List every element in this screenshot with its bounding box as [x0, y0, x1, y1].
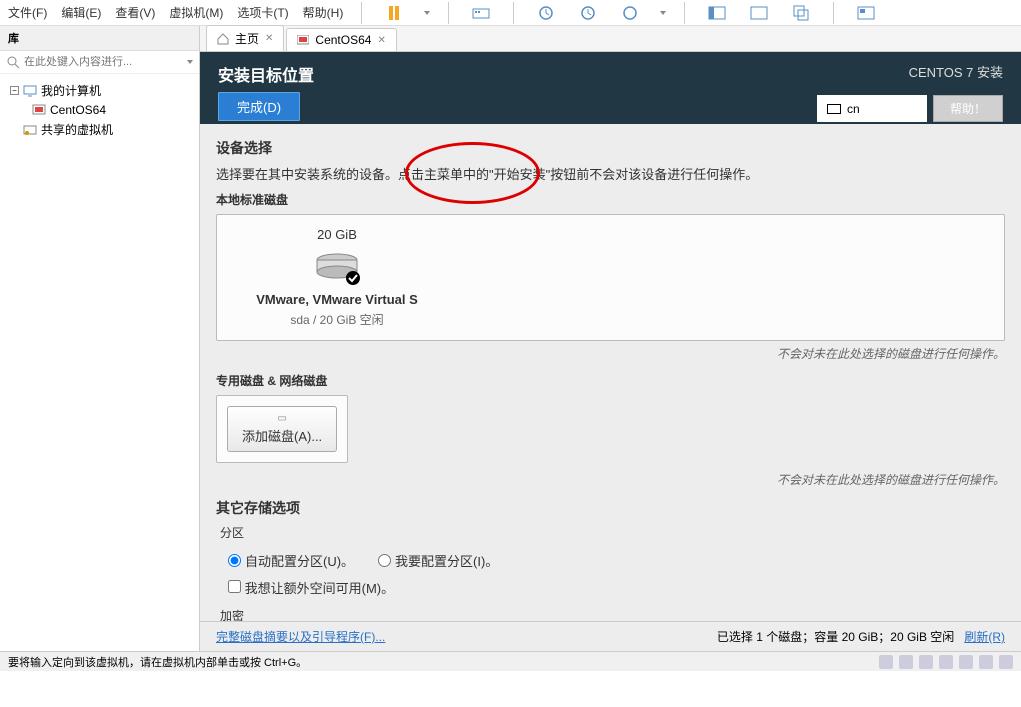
- menu-edit[interactable]: 编辑(E): [61, 4, 101, 21]
- divider: [513, 2, 514, 24]
- os-title: CENTOS 7 安装: [817, 62, 1003, 81]
- shared-icon: [23, 124, 37, 136]
- disk-note: 不会对未在此处选择的磁盘进行任何操作。: [216, 345, 1005, 362]
- installer-footer: 完整磁盘摘要以及引导程序(F)... 已选择 1 个磁盘；容量 20 GiB；2…: [200, 621, 1021, 651]
- tab-bar: 主页 ✕ CentOS64 ✕: [200, 26, 1021, 52]
- lang-label: cn: [847, 102, 860, 116]
- search-icon: [6, 55, 20, 69]
- disk-item[interactable]: 20 GiB VMware, VMware Virtual S sda / 20…: [237, 227, 437, 328]
- divider: [361, 2, 362, 24]
- tab-home[interactable]: 主页 ✕: [206, 25, 284, 51]
- unity-button[interactable]: [787, 0, 815, 27]
- snapshot-button[interactable]: [532, 0, 560, 27]
- local-disks-label: 本地标准磁盘: [216, 191, 1005, 208]
- menu-file[interactable]: 文件(F): [8, 4, 47, 21]
- tree-label: CentOS64: [50, 103, 106, 117]
- add-disk-label: 添加磁盘(A)...: [242, 429, 322, 444]
- device-description: 选择要在其中安装系统的设备。点击主菜单中的"开始安装"按钮前不会对该设备进行任何…: [216, 164, 1005, 183]
- tree-vm-centos64[interactable]: CentOS64: [6, 101, 193, 119]
- check-icon: [345, 270, 361, 286]
- language-selector[interactable]: cn: [817, 95, 927, 122]
- radio-auto-partition[interactable]: 自动配置分区(U)。: [228, 551, 354, 570]
- disk-icon: [313, 246, 361, 286]
- search-input[interactable]: [24, 56, 181, 68]
- close-icon[interactable]: ✕: [265, 33, 273, 44]
- tab-label: 主页: [235, 30, 259, 47]
- computer-icon: [23, 85, 37, 97]
- installer-header: 安装目标位置 完成(D) CENTOS 7 安装 cn 帮助！: [200, 52, 1021, 124]
- sidebar-header: 库: [0, 26, 199, 51]
- keyboard-icon: [827, 104, 841, 114]
- dropdown-icon[interactable]: [660, 11, 666, 15]
- selected-summary: 已选择 1 个磁盘；容量 20 GiB；20 GiB 空闲: [717, 630, 954, 644]
- snapshot-revert-button[interactable]: [574, 0, 602, 27]
- thumbnail-button[interactable]: [852, 0, 880, 27]
- status-hint: 要将输入定向到该虚拟机，请在虚拟机内部单击或按 Ctrl+G。: [8, 654, 307, 670]
- menu-view[interactable]: 查看(V): [115, 4, 155, 21]
- menu-help[interactable]: 帮助(H): [303, 4, 344, 21]
- menu-vm[interactable]: 虚拟机(M): [169, 4, 223, 21]
- tree-view: − 我的计算机 CentOS64 + 共享的虚拟机: [0, 74, 199, 146]
- partition-label: 分区: [216, 524, 1005, 541]
- network-disks-container: ▭ 添加磁盘(A)...: [216, 395, 348, 463]
- installer-title: 安装目标位置: [218, 62, 314, 86]
- snapshot-manager-button[interactable]: [616, 0, 644, 27]
- menu-bar: 文件(F) 编辑(E) 查看(V) 虚拟机(M) 选项卡(T) 帮助(H): [0, 0, 1021, 26]
- vm-icon: [32, 104, 46, 116]
- add-disk-button[interactable]: ▭ 添加磁盘(A)...: [227, 406, 337, 452]
- device-icon[interactable]: [939, 655, 953, 669]
- divider: [833, 2, 834, 24]
- menu-tabs[interactable]: 选项卡(T): [237, 4, 288, 21]
- special-network-disks-label: 专用磁盘 & 网络磁盘: [216, 372, 1005, 389]
- section-other-storage: 其它存储选项: [216, 498, 1005, 518]
- encrypt-label: 加密: [216, 607, 1005, 621]
- status-bar: 要将输入定向到该虚拟机，请在虚拟机内部单击或按 Ctrl+G。: [0, 651, 1021, 671]
- device-icon[interactable]: [879, 655, 893, 669]
- tab-label: CentOS64: [315, 33, 371, 47]
- search-box[interactable]: [0, 51, 199, 74]
- device-icon[interactable]: [979, 655, 993, 669]
- section-device-selection: 设备选择: [216, 138, 1005, 158]
- disk-note-2: 不会对未在此处选择的磁盘进行任何操作。: [216, 471, 1005, 488]
- help-button[interactable]: 帮助！: [933, 95, 1003, 122]
- device-icon[interactable]: [959, 655, 973, 669]
- show-sidebar-button[interactable]: [703, 0, 731, 27]
- disk-summary-link[interactable]: 完整磁盘摘要以及引导程序(F)...: [216, 628, 385, 645]
- device-icon[interactable]: [899, 655, 913, 669]
- divider: [448, 2, 449, 24]
- checkbox-extra-space[interactable]: 我想让额外空间可用(M)。: [228, 578, 394, 597]
- vm-icon: [297, 35, 309, 45]
- close-icon[interactable]: ✕: [377, 35, 385, 46]
- tree-label: 共享的虚拟机: [41, 121, 113, 138]
- done-button[interactable]: 完成(D): [218, 92, 300, 121]
- radio-manual-partition[interactable]: 我要配置分区(I)。: [378, 551, 498, 570]
- device-icon[interactable]: [999, 655, 1013, 669]
- disk-small-icon: ▭: [242, 413, 322, 424]
- home-icon: [217, 33, 229, 45]
- tree-shared-vms[interactable]: + 共享的虚拟机: [6, 119, 193, 140]
- local-disks-container: 20 GiB VMware, VMware Virtual S sda / 20…: [216, 214, 1005, 341]
- refresh-link[interactable]: 刷新(R): [964, 630, 1005, 644]
- disk-name: VMware, VMware Virtual S: [237, 292, 437, 307]
- status-icons: [879, 655, 1013, 669]
- collapse-icon[interactable]: −: [10, 86, 19, 95]
- tab-vm-centos64[interactable]: CentOS64 ✕: [286, 28, 396, 51]
- send-keys-button[interactable]: [467, 0, 495, 27]
- tree-my-computer[interactable]: − 我的计算机: [6, 80, 193, 101]
- sidebar: 库 − 我的计算机 CentOS64 + 共享的虚拟机: [0, 26, 200, 651]
- pause-button[interactable]: [380, 0, 408, 27]
- vm-display[interactable]: 安装目标位置 完成(D) CENTOS 7 安装 cn 帮助！ 设备选: [200, 52, 1021, 651]
- device-icon[interactable]: [919, 655, 933, 669]
- divider: [684, 2, 685, 24]
- dropdown-icon[interactable]: [187, 60, 193, 64]
- disk-size: 20 GiB: [237, 227, 437, 242]
- fullscreen-button[interactable]: [745, 0, 773, 27]
- disk-info: sda / 20 GiB 空闲: [237, 311, 437, 328]
- installer-body: 设备选择 选择要在其中安装系统的设备。点击主菜单中的"开始安装"按钮前不会对该设…: [200, 124, 1021, 621]
- tree-label: 我的计算机: [41, 82, 101, 99]
- dropdown-icon[interactable]: [424, 11, 430, 15]
